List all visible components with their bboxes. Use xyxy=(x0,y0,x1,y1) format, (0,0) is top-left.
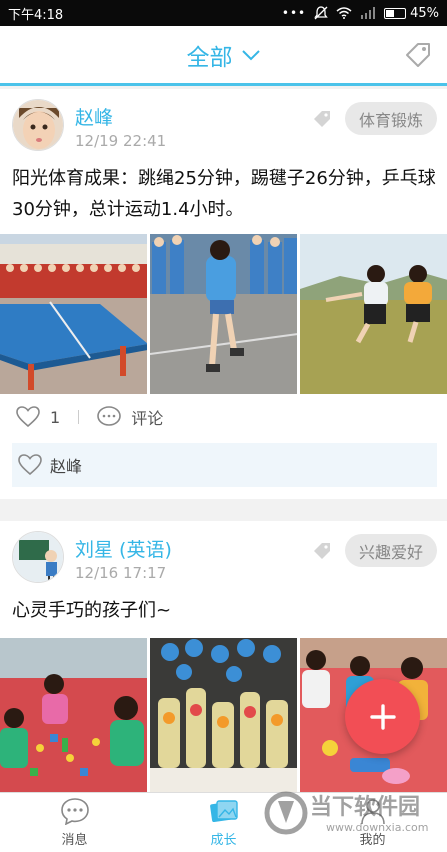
tab-label: 消息 xyxy=(61,833,88,848)
signal-icon xyxy=(361,7,376,19)
add-post-button[interactable] xyxy=(345,679,420,754)
tag-icon[interactable] xyxy=(403,40,433,70)
post-time: 12/19 22:41 xyxy=(75,132,167,150)
post-text: 心灵手巧的孩子们~ xyxy=(12,600,172,621)
watermark-url: www.downxia.com xyxy=(326,821,429,834)
tab-label: 成长 xyxy=(210,833,237,848)
status-icons: ••• 45% xyxy=(282,6,439,21)
feed[interactable]: 赵峰 12/19 22:41 体育锻炼 阳光体育成果：跳绳25分钟，踢毽子26分… xyxy=(0,89,447,811)
photo-kids-crafting[interactable] xyxy=(0,638,147,798)
author-name[interactable]: 赵峰 xyxy=(75,103,113,130)
wifi-icon xyxy=(336,7,352,19)
photos-icon xyxy=(209,800,238,823)
post-text: 阳光体育成果：跳绳25分钟，踢毽子26分钟，乒乓球30分钟，总计运动1.4小时。 xyxy=(12,168,436,220)
tag-icon xyxy=(314,111,330,127)
tab-messages[interactable]: 消息 xyxy=(0,793,149,852)
photo-ping-pong[interactable] xyxy=(0,234,147,394)
category-badge[interactable]: 兴趣爱好 xyxy=(344,534,437,567)
liked-by-box: 赵峰 xyxy=(12,443,437,487)
author-name[interactable]: 刘星 (英语) xyxy=(75,535,172,562)
post-time: 12/16 17:17 xyxy=(75,564,167,582)
like-count: 1 xyxy=(50,407,61,427)
watermark-name: 当下软件园 xyxy=(310,795,421,820)
avatar[interactable] xyxy=(12,531,64,583)
post-card[interactable]: 赵峰 12/19 22:41 体育锻炼 阳光体育成果：跳绳25分钟，踢毽子26分… xyxy=(0,89,447,499)
photo-jump-rope[interactable] xyxy=(300,234,447,394)
status-bar: 下午4:18 ••• 45% xyxy=(0,0,447,26)
photo-grid xyxy=(0,234,447,394)
battery-icon xyxy=(384,7,407,19)
avatar[interactable] xyxy=(12,99,64,151)
header-bar: 全部 xyxy=(0,26,447,86)
more-dots-icon: ••• xyxy=(281,6,307,20)
plus-icon xyxy=(369,703,396,730)
watermark-logo-icon xyxy=(264,791,308,835)
battery-indicator: 45% xyxy=(384,6,439,21)
tag-icon xyxy=(314,543,330,559)
post-card[interactable]: 刘星 (英语) 12/16 17:17 兴趣爱好 心灵手巧的孩子们~ xyxy=(0,521,447,811)
comment-icon[interactable] xyxy=(97,406,121,428)
watermark: 当下软件园 www.downxia.com xyxy=(262,787,442,845)
filter-dropdown[interactable]: 全部 xyxy=(187,38,261,72)
divider xyxy=(78,410,80,424)
chat-bubble-icon xyxy=(60,798,89,825)
heart-icon xyxy=(18,454,42,476)
page-title: 全部 xyxy=(186,44,233,71)
comment-button[interactable]: 评论 xyxy=(131,405,163,429)
heart-icon[interactable] xyxy=(16,406,40,428)
mute-icon xyxy=(314,6,328,20)
category-badge[interactable]: 体育锻炼 xyxy=(344,102,437,135)
photo-shuttlecock[interactable] xyxy=(150,234,297,394)
post-actions: 1 评论 xyxy=(0,397,447,437)
battery-percent: 45% xyxy=(410,5,439,21)
photo-crafts-display[interactable] xyxy=(150,638,297,798)
chevron-down-icon xyxy=(241,49,260,60)
status-time: 下午4:18 xyxy=(8,7,64,23)
liked-by-name[interactable]: 赵峰 xyxy=(50,453,82,477)
